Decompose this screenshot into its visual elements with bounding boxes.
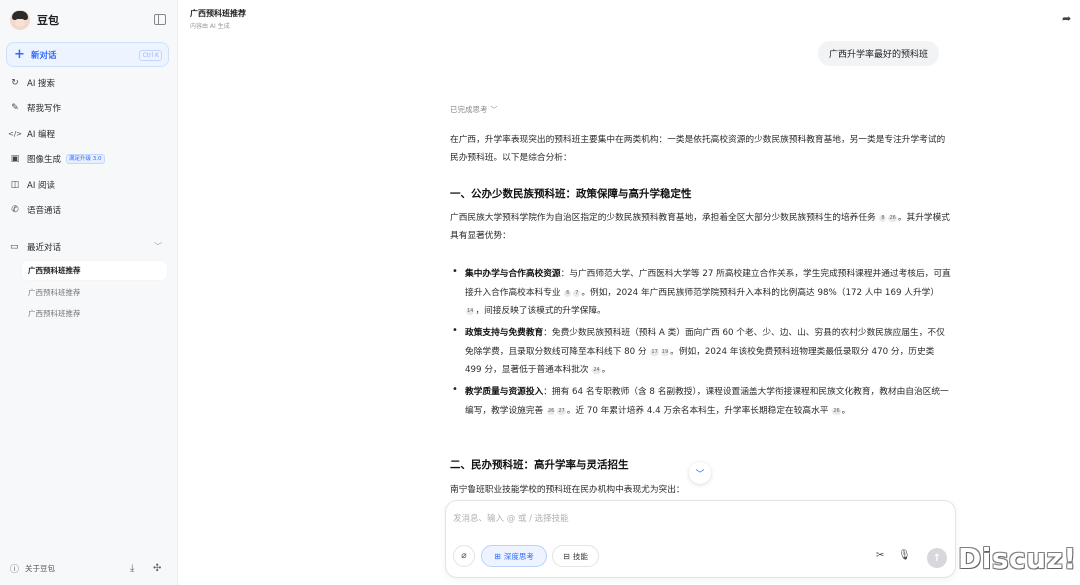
plus-icon: +	[14, 46, 25, 62]
citation[interactable]: 24	[592, 367, 601, 374]
paragraph-text: 广西民族大学预科学院作为自治区指定的少数民族预科教育基地，承担着全区大部分少数民…	[450, 213, 876, 223]
scissors-icon[interactable]: ✂	[876, 550, 884, 561]
brand[interactable]: 豆包	[10, 8, 59, 32]
paperclip-icon: ⌀	[461, 551, 467, 561]
answer-paragraph-1: 广西民族大学预科学院作为自治区指定的少数民族预科教育基地，承担着全区大部分少数民…	[450, 209, 952, 245]
bullet-dot: •	[452, 384, 458, 395]
download-icon[interactable]: ⤓	[130, 563, 134, 574]
list-item-title: 教学质量与资源投入	[465, 387, 544, 397]
sidebar-item-image[interactable]: ▣ 图像生成 满足升级 3.0	[10, 151, 105, 167]
chat-title: 广西预科班推荐	[190, 9, 246, 18]
share-icon[interactable]: ➦	[1062, 12, 1071, 25]
writing-icon: ✎	[11, 103, 19, 113]
sidebar-item-label: 语音通话	[27, 206, 62, 216]
thinking-label: 已完成思考	[450, 105, 488, 114]
section-heading-1: 一、公办少数民族预科班：政策保障与高升学稳定性	[450, 188, 692, 200]
code-icon: </>	[7, 130, 23, 138]
history-item-label: 广西预科班推荐	[28, 266, 81, 275]
ai-search-icon: ↻	[11, 78, 19, 88]
recent-chats-label: 最近对话	[27, 243, 62, 253]
message-input-placeholder[interactable]: 发消息、输入 @ 或 / 选择技能	[453, 512, 569, 524]
section-heading-2: 二、民办预科班：高升学率与灵活招生	[450, 459, 629, 471]
plugin-icon[interactable]: ✣	[153, 563, 161, 574]
deep-think-button[interactable]: ⊞ 深度思考	[481, 545, 547, 567]
list-item-text: 。	[841, 405, 851, 416]
history-item[interactable]: 广西预科班推荐	[22, 261, 167, 280]
sidebar-item-coding[interactable]: </> AI 编程	[7, 126, 56, 142]
thinking-toggle[interactable]: 已完成思考 ﹀	[450, 104, 498, 115]
list-item-title: 集中办学与合作高校资源	[465, 269, 561, 279]
citation[interactable]: 6	[564, 289, 572, 297]
sidebar-item-label: 图像生成	[27, 155, 62, 165]
skills-button[interactable]: ⊟ 技能	[552, 545, 599, 567]
citation[interactable]: 7	[573, 289, 581, 297]
sidebar-footer: ⓘ 关于豆包 ⤓ ✣	[10, 560, 168, 576]
shortcut-hint: Ctrl K	[139, 50, 162, 61]
list-item-text: 。	[601, 365, 611, 375]
sidebar-item-voice-call[interactable]: ✆ 语音通话	[10, 202, 61, 218]
reading-icon: ◫	[10, 180, 20, 190]
bullet-dot: •	[452, 325, 458, 336]
new-chat-label: 新对话	[31, 50, 57, 61]
app-name: 豆包	[37, 14, 59, 27]
deep-think-label: 深度思考	[503, 551, 534, 561]
image-icon: ▣	[10, 154, 20, 164]
chevron-down-icon: ﹀	[490, 106, 498, 114]
ai-generated-note: 内容由 AI 生成	[190, 23, 230, 30]
history-item-label: 广西预科班推荐	[28, 288, 81, 297]
list-item: 教学质量与资源投入：拥有 64 名专职教师（含 8 名副教授），课程设置涵盖大学…	[465, 383, 952, 420]
list-item-text: 。近 70 年累计培养 4.4 万余名本科生，升学率长期稳定在较高水平	[566, 405, 829, 416]
sidebar: 豆包 + 新对话 Ctrl K ↻ AI 搜索 ✎ 帮我写作 </> AI 编程…	[0, 0, 178, 585]
citation[interactable]: 19	[660, 348, 670, 356]
sidebar-item-reading[interactable]: ◫ AI 阅读	[10, 177, 55, 193]
new-chat-button[interactable]: + 新对话 Ctrl K	[6, 42, 169, 67]
list-item-text: ，间接反映了该模式的升学保障。	[475, 306, 606, 316]
list-item-title: 政策支持与免费教育	[465, 328, 544, 338]
scroll-to-bottom-button[interactable]: ﹀	[689, 462, 711, 484]
citation[interactable]: 8	[879, 215, 887, 222]
deep-think-icon: ⊞	[494, 551, 501, 561]
citation[interactable]: 14	[466, 308, 475, 315]
sidebar-item-label: AI 阅读	[27, 181, 56, 191]
attach-button[interactable]: ⌀	[453, 545, 475, 567]
sidebar-item-writing[interactable]: ✎ 帮我写作	[10, 100, 61, 116]
citation[interactable]: 17	[650, 348, 659, 356]
chat-bubble-icon: ▭	[10, 242, 19, 252]
recent-chats-header[interactable]: ▭ 最近对话 ﹀	[10, 239, 164, 255]
sidebar-item-ai-search[interactable]: ↻ AI 搜索	[10, 75, 55, 91]
citation[interactable]: 26	[546, 407, 556, 415]
sidebar-item-label: AI 搜索	[27, 79, 56, 89]
doubao-avatar	[10, 10, 30, 30]
citation[interactable]: 27	[557, 407, 566, 415]
list-item: 集中办学与合作高校资源：与广西师范大学、广西医科大学等 27 所高校建立合作关系…	[465, 265, 952, 321]
answer-intro: 在广西，升学率表现突出的预科班主要集中在两类机构：一类是依托高校资源的少数民族预…	[450, 135, 946, 163]
history-item[interactable]: 广西预科班推荐	[22, 283, 167, 302]
citation[interactable]: 26	[832, 407, 841, 415]
skills-icon: ⊟	[563, 551, 570, 561]
send-button[interactable]: ↑	[927, 548, 947, 568]
upgrade-badge: 满足升级 3.0	[66, 154, 105, 164]
watermark: Discuz!	[958, 542, 1077, 575]
list-item-text: 。例如，2024 年广西民族师范学院预科升入本科的比例高达 98%（172 人中…	[581, 287, 940, 298]
microphone-icon[interactable]: 🎙︎	[898, 550, 911, 561]
chevron-down-icon: ﹀	[154, 242, 162, 251]
bullet-dot: •	[452, 266, 458, 277]
history-item[interactable]: 广西预科班推荐	[22, 304, 167, 323]
history-item-label: 广西预科班推荐	[28, 309, 81, 318]
skills-label: 技能	[572, 551, 588, 561]
citation[interactable]: 26	[888, 215, 897, 222]
info-icon: ⓘ	[10, 564, 20, 575]
sidebar-item-label: AI 编程	[27, 130, 56, 140]
sidebar-collapse-icon[interactable]	[154, 14, 166, 25]
phone-icon: ✆	[11, 205, 19, 215]
about-link[interactable]: 关于豆包	[25, 563, 55, 574]
user-message: 广西升学率最好的预科班	[818, 41, 940, 66]
list-item: 政策支持与免费教育：免费少数民族预科班（预科 A 类）面向广西 60 个老、少、…	[465, 324, 952, 380]
sidebar-item-label: 帮我写作	[27, 104, 62, 114]
